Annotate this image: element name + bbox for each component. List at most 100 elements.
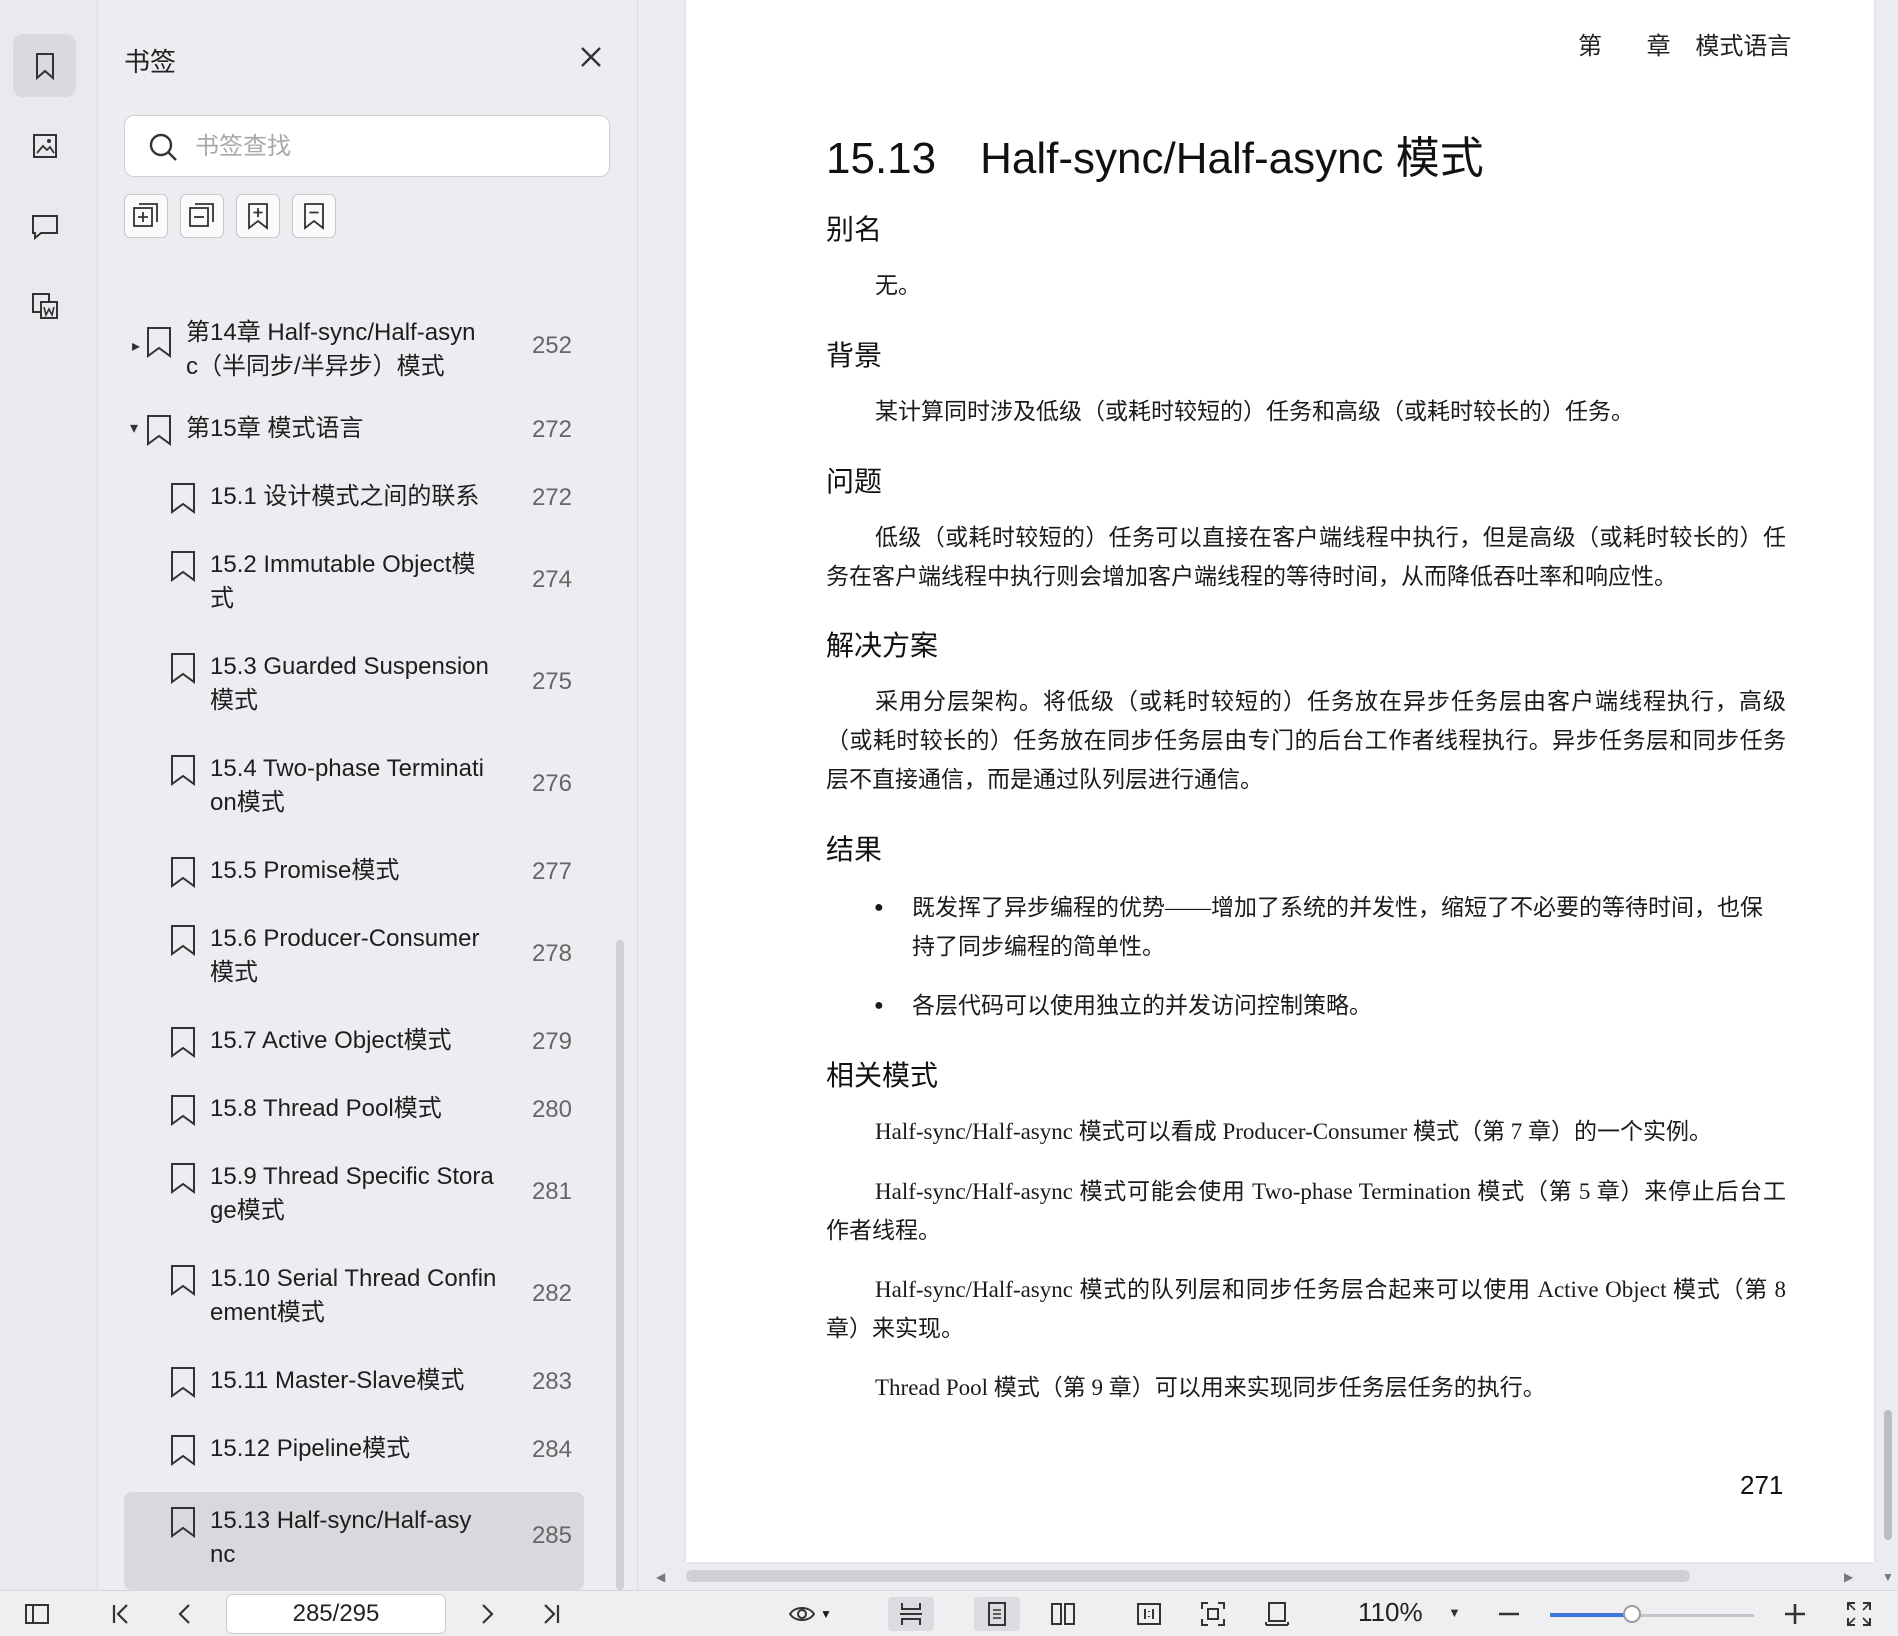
two-page-button[interactable] [1046,1597,1080,1631]
bookmark-item[interactable]: 15.1 设计模式之间的联系 272 [124,478,584,520]
collapse-all-button[interactable] [180,194,224,238]
heading-alias: 别名 [826,213,883,246]
scroll-left-icon[interactable]: ◀ [656,1570,665,1584]
last-page-button[interactable] [534,1597,568,1631]
bookmark-item[interactable]: ▾ 第15章 模式语言 272 [124,410,584,452]
paragraph: Thread Pool 模式（第 9 章）可以用来实现同步任务层任务的执行。 [875,1375,1546,1400]
bookmark-item[interactable]: 15.11 Master-Slave模式 283 [124,1362,584,1404]
bookmark-label: 15.1 设计模式之间的联系 [210,483,480,510]
bookmark-icon [171,1163,195,1194]
two-page-icon [1051,1603,1075,1625]
single-page-button[interactable] [974,1597,1020,1631]
bottom-toolbar: 285/295 ▼ 110% ▼ [0,1590,1898,1636]
fit-page-icon [1201,1602,1225,1626]
convert-panel-button[interactable] [13,274,76,337]
previous-page-button[interactable] [168,1597,202,1631]
bookmark-tools [124,194,336,238]
bookmark-icon [171,1265,195,1296]
collapse-arrow-icon[interactable]: ▾ [130,418,138,438]
fullscreen-button[interactable] [1842,1597,1876,1631]
bookmark-page: 280 [531,1096,572,1123]
zoom-level[interactable]: 110% [1358,1597,1423,1628]
bookmark-label: 15.6 Producer-Consumer [210,925,480,952]
fit-page-button[interactable] [1196,1597,1230,1631]
bookmark-item-selected[interactable]: 15.13 Half-sync/Half-asy nc 285 [124,1492,584,1590]
bookmark-item[interactable]: 15.3 Guarded Suspension 模式 275 [124,648,584,724]
bookmark-page: 272 [531,484,572,511]
bookmark-label-line2: c（半同步/半异步）模式 [186,353,445,380]
document-horizontal-scrollbar[interactable] [686,1570,1690,1582]
bookmark-page: 276 [531,770,572,797]
bookmark-item[interactable]: 15.10 Serial Thread Confin ement模式 282 [124,1260,584,1336]
first-page-button[interactable] [104,1597,138,1631]
bookmark-item[interactable]: 15.7 Active Object模式 279 [124,1022,584,1064]
view-mode-button[interactable]: ▼ [780,1597,840,1631]
continuous-scroll-button[interactable] [888,1597,934,1631]
bookmark-page: 272 [531,416,572,443]
bookmark-label-line2: ement模式 [210,1299,325,1326]
remove-bookmark-button[interactable] [292,194,336,238]
fit-width-button[interactable] [1260,1597,1294,1631]
add-bookmark-button[interactable] [236,194,280,238]
bookmark-item[interactable]: 15.12 Pipeline模式 284 [124,1430,584,1472]
heading-solution: 解决方案 [826,629,939,662]
bookmark-item[interactable]: 15.2 Immutable Object模 式 274 [124,546,584,622]
document-vertical-scrollbar[interactable] [1884,1410,1892,1540]
bookmark-icon [171,1507,195,1538]
bookmark-label-line2: ge模式 [210,1197,285,1224]
bookmark-icon [171,755,195,786]
close-icon[interactable] [576,42,606,72]
next-page-button[interactable] [470,1597,504,1631]
bookmark-item[interactable]: 15.9 Thread Specific Stora ge模式 281 [124,1158,584,1234]
first-page-icon [112,1604,128,1624]
actual-size-icon [1137,1603,1161,1625]
comment-panel-button[interactable] [13,194,76,257]
bookmark-item[interactable]: 15.4 Two-phase Terminati on模式 276 [124,750,584,826]
last-page-icon [544,1604,560,1624]
comment-icon [31,214,58,240]
bookmark-page: 278 [531,940,572,967]
remove-bookmark-icon [304,203,324,230]
scroll-down-icon[interactable]: ▼ [1882,1570,1894,1584]
bookmark-item[interactable]: 15.5 Promise模式 277 [124,852,584,894]
running-head: 第 章 模式语言 [1578,26,1868,61]
bookmark-label: 15.7 Active Object模式 [210,1027,452,1054]
zoom-out-button[interactable] [1492,1597,1526,1631]
search-icon [149,133,177,161]
bookmark-page: 284 [531,1436,572,1463]
page-indicator-input[interactable]: 285/295 [226,1594,446,1634]
document-page: 第 章 模式语言 15.13 Half-sync/Half-async 模式 别名… [686,0,1874,1562]
expand-all-icon [133,203,158,227]
bookmark-icon [171,1367,195,1398]
bookmark-item[interactable]: 15.6 Producer-Consumer 模式 278 [124,920,584,996]
plus-icon [1785,1604,1805,1624]
bookmark-scrollbar[interactable] [616,940,624,1590]
scroll-right-icon[interactable]: ▶ [1844,1570,1853,1584]
minus-icon [1499,1612,1519,1616]
actual-size-button[interactable] [1132,1597,1166,1631]
collapse-all-icon [189,203,214,227]
bookmark-icon [171,1095,195,1126]
bookmark-page: 281 [531,1178,572,1205]
thumbnail-panel-button[interactable] [13,114,76,177]
heading-result: 结果 [826,833,883,866]
bookmark-item[interactable]: ▸ 第14章 Half-sync/Half-asyn c（半同步/半异步）模式 … [124,312,584,388]
zoom-slider-knob[interactable] [1622,1605,1641,1623]
expand-arrow-icon[interactable]: ▸ [132,336,140,356]
paragraph: 采用分层架构。将低级（或耗时较短的）任务放在异步任务层由客户端线程执行，高级（或… [826,689,1786,792]
paragraph: 低级（或耗时较短的）任务可以直接在客户端线程中执行，但是高级（或耗时较长的）任务… [826,525,1786,589]
bookmark-panel-button[interactable] [13,34,76,97]
search-input[interactable] [195,128,585,166]
bookmark-label: 15.10 Serial Thread Confin [210,1265,497,1292]
zoom-in-button[interactable] [1778,1597,1812,1631]
bookmark-icon [171,1027,195,1058]
image-icon [32,133,57,158]
fullscreen-icon [1847,1602,1871,1626]
expand-all-button[interactable] [124,194,168,238]
bookmark-page: 274 [531,566,572,593]
zoom-dropdown-icon[interactable]: ▼ [1448,1605,1461,1620]
section-title-text: Half-sync/Half-async 模式 [980,134,1484,183]
toggle-sidebar-button[interactable] [20,1597,54,1631]
bookmark-item[interactable]: 15.8 Thread Pool模式 280 [124,1090,584,1132]
bookmark-label: 第15章 模式语言 [186,415,364,442]
